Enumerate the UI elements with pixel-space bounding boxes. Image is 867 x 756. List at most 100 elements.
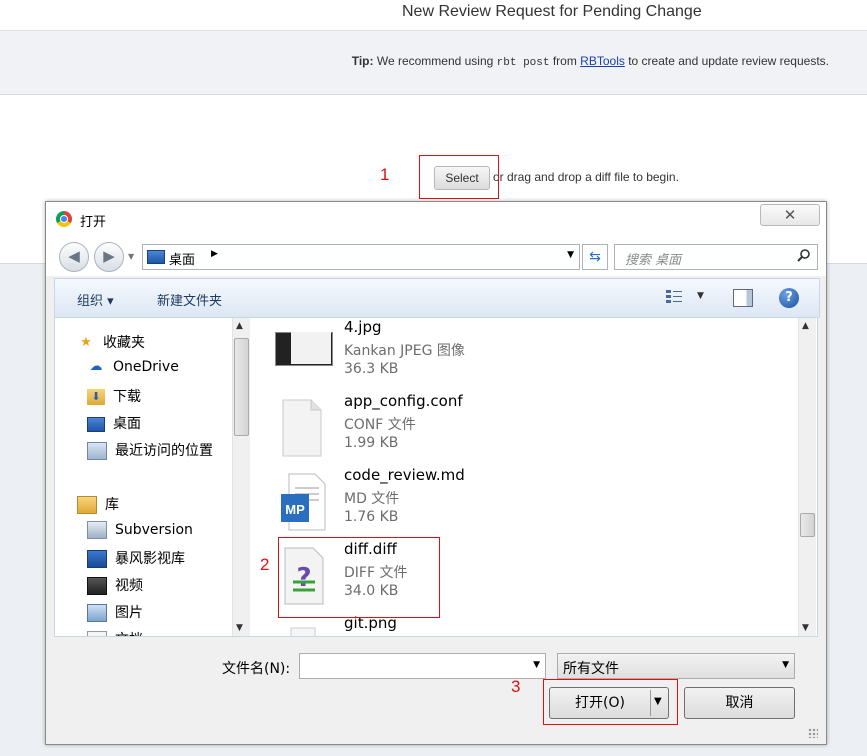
- nav-item-label: 文档: [115, 632, 143, 636]
- file-type: CONF 文件: [344, 417, 416, 433]
- tip-middle: from: [552, 54, 577, 68]
- svg-text:MP: MP: [285, 502, 305, 517]
- file-name: app_config.conf: [344, 392, 463, 410]
- refresh-icon: ⇆: [589, 249, 601, 265]
- nav-item-label: 下载: [113, 389, 141, 405]
- video-icon: [87, 577, 107, 595]
- documents-icon: [87, 631, 107, 636]
- filename-dropdown-icon[interactable]: ▼: [533, 660, 540, 670]
- back-button[interactable]: ◀: [59, 242, 89, 272]
- new-folder-button[interactable]: 新建文件夹: [157, 290, 222, 309]
- file-item-app-config[interactable]: app_config.conf CONF 文件 1.99 KB: [275, 392, 575, 462]
- scroll-down-icon[interactable]: ▼: [802, 623, 809, 633]
- download-folder-icon: ⬇: [87, 389, 105, 405]
- video-library-icon: [87, 550, 107, 568]
- cloud-icon: ☁: [89, 359, 103, 374]
- open-file-dialog: 打开 ✕ ◀ ▶ ▼ 桌面 ▶ ▼ ⇆ 搜索 桌面 组织 ▾ 新建文件夹 ▼ ?: [45, 201, 827, 745]
- filename-label: 文件名(N):: [222, 661, 291, 677]
- search-placeholder: 搜索 桌面: [625, 253, 682, 268]
- nav-item-label: 图片: [115, 605, 143, 621]
- file-item-code-review-md[interactable]: MP code_review.md MD 文件 1.76 KB: [275, 466, 575, 536]
- scrollbar-thumb[interactable]: [800, 513, 815, 537]
- dialog-titlebar: 打开 ✕: [46, 202, 826, 236]
- history-dropdown-icon[interactable]: ▼: [128, 252, 134, 261]
- markdown-file-icon: MP: [275, 472, 329, 531]
- navigation-scrollbar[interactable]: ▲ ▼: [232, 318, 250, 636]
- preview-pane-icon[interactable]: [733, 289, 753, 307]
- filetype-select[interactable]: 所有文件 ▼: [557, 653, 795, 679]
- nav-item-subversion[interactable]: Subversion: [87, 521, 193, 539]
- close-button[interactable]: ✕: [760, 204, 820, 226]
- close-icon: ✕: [783, 206, 797, 224]
- file-name: 4.jpg: [344, 318, 382, 336]
- desktop-icon: [87, 416, 105, 432]
- forward-arrow-icon: ▶: [103, 247, 115, 265]
- annotation-number-3: 3: [511, 677, 521, 696]
- page-header: New Review Request for Pending Change: [0, 0, 867, 30]
- view-options-icon[interactable]: [665, 289, 685, 305]
- filetype-value: 所有文件: [563, 661, 619, 677]
- nav-item-downloads[interactable]: ⬇ 下载: [87, 386, 141, 406]
- tip-suffix: to create and update review requests.: [628, 54, 829, 68]
- nav-item-baofeng-library[interactable]: 暴风影视库: [87, 548, 185, 568]
- png-file-icon: [275, 620, 329, 636]
- file-type: Kankan JPEG 图像: [344, 343, 465, 359]
- dialog-title: 打开: [80, 215, 107, 230]
- tip-text: Tip: We recommend using rbt post from RB…: [352, 54, 829, 69]
- scroll-up-icon[interactable]: ▲: [802, 321, 809, 331]
- file-size: 1.99 KB: [344, 435, 399, 451]
- navigation-bar: ◀ ▶ ▼ 桌面 ▶ ▼ ⇆ 搜索 桌面: [46, 236, 826, 276]
- refresh-button[interactable]: ⇆: [582, 244, 608, 270]
- cancel-button[interactable]: 取消: [684, 687, 795, 719]
- annotation-box-2: [278, 537, 440, 618]
- subversion-icon: [87, 521, 107, 539]
- page-title: New Review Request for Pending Change: [402, 3, 702, 20]
- recent-places-icon: [87, 442, 107, 460]
- annotation-number-2: 2: [260, 555, 270, 574]
- chrome-icon: [56, 211, 72, 227]
- rbtools-link[interactable]: RBTools: [580, 54, 625, 68]
- view-dropdown-icon[interactable]: ▼: [697, 291, 704, 301]
- scroll-down-icon[interactable]: ▼: [236, 623, 243, 633]
- drop-instructions: or drag and drop a diff file to begin.: [493, 170, 679, 184]
- breadcrumb-arrow-icon[interactable]: ▶: [211, 249, 218, 259]
- tip-command: rbt post: [496, 57, 550, 69]
- nav-item-onedrive[interactable]: ☁ OneDrive: [87, 359, 179, 375]
- filetype-dropdown-icon[interactable]: ▼: [782, 660, 789, 670]
- file-type: MD 文件: [344, 491, 400, 507]
- organize-menu[interactable]: 组织 ▾: [77, 290, 114, 309]
- nav-item-label: 视频: [115, 578, 143, 594]
- address-location[interactable]: 桌面: [169, 249, 195, 268]
- nav-item-label: OneDrive: [113, 359, 179, 375]
- address-dropdown-icon[interactable]: ▼: [567, 250, 574, 260]
- nav-item-recent-places[interactable]: 最近访问的位置: [87, 440, 213, 460]
- nav-item-pictures[interactable]: 图片: [87, 602, 143, 622]
- tip-prefix: We recommend using: [376, 54, 494, 68]
- scrollbar-thumb[interactable]: [234, 338, 249, 436]
- image-thumbnail-icon: [275, 324, 333, 380]
- nav-item-libraries[interactable]: 库: [77, 494, 119, 514]
- back-arrow-icon: ◀: [68, 247, 80, 265]
- forward-button[interactable]: ▶: [94, 242, 124, 272]
- blank-file-icon: [275, 398, 329, 457]
- filename-input[interactable]: ▼: [299, 653, 546, 679]
- nav-item-label: 暴风影视库: [115, 551, 185, 567]
- file-size: 36.3 KB: [344, 361, 399, 377]
- nav-item-documents[interactable]: 文档: [87, 629, 143, 636]
- search-input[interactable]: 搜索 桌面: [614, 244, 818, 270]
- file-name: code_review.md: [344, 466, 465, 484]
- nav-item-videos[interactable]: 视频: [87, 575, 143, 595]
- scroll-up-icon[interactable]: ▲: [236, 321, 243, 331]
- file-list-scrollbar[interactable]: ▲ ▼: [798, 318, 816, 636]
- nav-item-label: Subversion: [115, 522, 193, 538]
- nav-item-favorites[interactable]: ★ 收藏夹: [77, 332, 145, 352]
- search-icon[interactable]: [797, 248, 811, 266]
- pictures-icon: [87, 604, 107, 622]
- annotation-box-3: [543, 679, 678, 725]
- file-size: 1.76 KB: [344, 509, 399, 525]
- nav-item-desktop[interactable]: 桌面: [87, 413, 141, 433]
- address-bar[interactable]: 桌面 ▶ ▼: [142, 244, 580, 270]
- file-item-4-jpg[interactable]: 4.jpg Kankan JPEG 图像 36.3 KB: [275, 318, 575, 388]
- help-icon[interactable]: ?: [779, 288, 799, 308]
- resize-grip[interactable]: [808, 728, 818, 738]
